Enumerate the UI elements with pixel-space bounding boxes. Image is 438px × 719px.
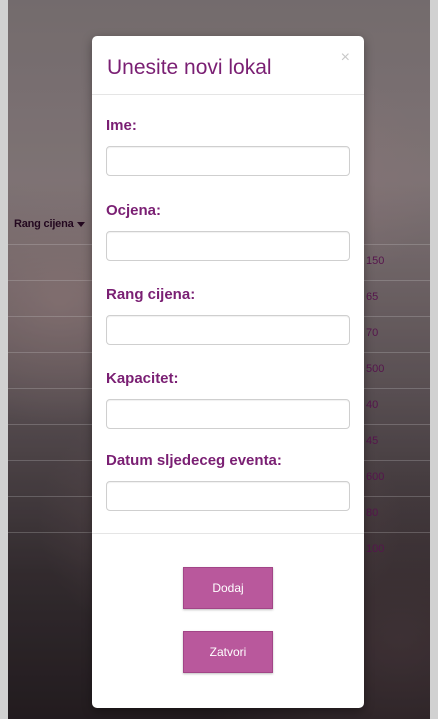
add-venue-modal: Unesite novi lokal × Ime: Ocjena: Rang c… xyxy=(92,36,364,708)
capacity-input[interactable] xyxy=(106,399,350,429)
price-range-label: Rang cijena: xyxy=(106,286,196,303)
price-range-input[interactable] xyxy=(106,315,350,345)
name-field-group: Ime: xyxy=(106,95,350,176)
rating-input[interactable] xyxy=(106,231,350,261)
price-range-field-group: Rang cijena: xyxy=(106,261,350,345)
name-input[interactable] xyxy=(106,146,350,176)
rating-field-group: Ocjena: xyxy=(106,176,350,261)
close-icon[interactable]: × xyxy=(341,50,350,66)
modal-title: Unesite novi lokal xyxy=(107,56,272,79)
next-event-date-input[interactable] xyxy=(106,481,350,511)
next-event-date-field-group: Datum sljedeceg eventa: xyxy=(106,429,350,511)
next-event-date-label: Datum sljedeceg eventa: xyxy=(106,452,282,469)
add-button[interactable]: Dodaj xyxy=(183,567,273,609)
capacity-field-group: Kapacitet: xyxy=(106,345,350,429)
rating-label: Ocjena: xyxy=(106,202,162,219)
capacity-label: Kapacitet: xyxy=(106,370,179,387)
name-label: Ime: xyxy=(106,117,137,134)
modal-header: Unesite novi lokal × xyxy=(92,36,364,95)
close-button[interactable]: Zatvori xyxy=(183,631,273,673)
modal-body: Ime: Ocjena: Rang cijena: Kapacitet: Dat… xyxy=(92,95,364,511)
modal-footer: Dodaj Zatvori xyxy=(92,533,364,673)
